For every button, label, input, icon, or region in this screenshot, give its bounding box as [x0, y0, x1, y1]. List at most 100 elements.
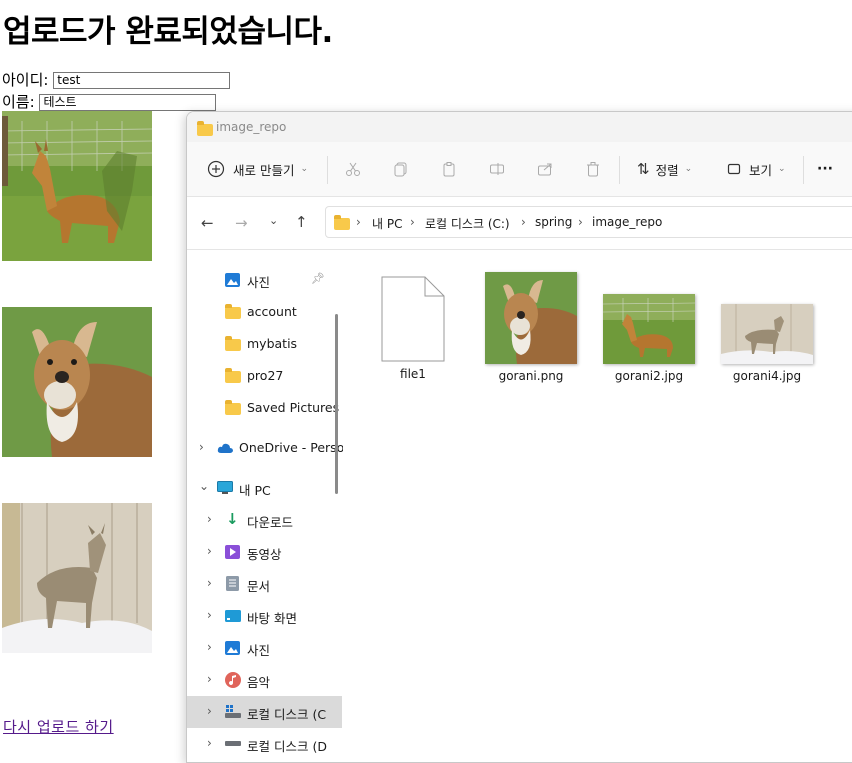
file-item-gorani-png[interactable]: gorani.png: [481, 264, 581, 383]
reupload-link[interactable]: 다시 업로드 하기: [3, 716, 114, 737]
up-arrow-icon[interactable]: ↑: [295, 213, 308, 231]
chevron-right-icon[interactable]: ›: [207, 576, 212, 590]
nav-item-local-disk-d[interactable]: › 로컬 디스크 (D: [187, 728, 342, 760]
nav-item-label: 문서: [247, 579, 271, 594]
breadcrumb-c-drive[interactable]: 로컬 디스크 (C:): [425, 215, 510, 232]
window-title: image_repo: [216, 120, 287, 134]
file-name: gorani2.jpg: [614, 369, 684, 383]
id-row: 아이디: test: [2, 70, 231, 90]
copy-button[interactable]: [393, 142, 409, 196]
plus-circle-icon: [207, 160, 225, 178]
new-button[interactable]: 새로 만들기 ⌄: [207, 142, 308, 196]
blank-file-icon: [381, 276, 445, 362]
nav-item-label: 동영상: [247, 547, 282, 562]
sort-button[interactable]: ⇅ 정렬 ⌄: [637, 142, 692, 196]
chevron-down-icon: ⌄: [684, 164, 693, 174]
chevron-right-icon[interactable]: ›: [207, 640, 212, 654]
nav-item-music[interactable]: › 음악: [187, 664, 342, 696]
id-field[interactable]: test: [53, 72, 231, 89]
chevron-down-icon: ⌄: [778, 164, 786, 174]
uploaded-image-3: [2, 503, 152, 653]
cloud-icon: [217, 443, 233, 453]
explorer-titlebar[interactable]: image_repo: [187, 112, 852, 142]
nav-item-label: 다운로드: [247, 515, 294, 530]
nav-item-label: 내 PC: [239, 483, 271, 498]
nav-item-videos[interactable]: › 동영상: [187, 536, 342, 568]
view-button[interactable]: 보기 ⌄: [727, 142, 786, 196]
download-icon: ↓: [226, 510, 239, 528]
nav-item-documents[interactable]: › 문서: [187, 568, 342, 600]
share-icon: [538, 163, 552, 176]
nav-item-photos-pinned[interactable]: 사진 📌︎: [187, 264, 342, 296]
share-button[interactable]: [537, 142, 553, 196]
file-name: gorani4.jpg: [732, 369, 802, 383]
chevron-right-icon[interactable]: ›: [199, 440, 204, 454]
breadcrumb-image-repo[interactable]: image_repo: [592, 215, 662, 229]
breadcrumb-pc[interactable]: 내 PC: [372, 215, 402, 232]
document-icon: [226, 576, 239, 591]
nav-item-this-pc[interactable]: ⌄ 내 PC: [187, 472, 342, 504]
nav-item-label: 로컬 디스크 (D: [247, 739, 327, 754]
copy-icon: [394, 162, 407, 177]
nav-item-label: 바탕 화면: [247, 611, 297, 626]
chevron-right-icon[interactable]: ›: [207, 544, 212, 558]
breadcrumb-separator-icon: ›: [578, 215, 583, 229]
chevron-down-icon[interactable]: ⌄: [199, 479, 209, 493]
pin-icon[interactable]: 📌︎: [311, 272, 325, 285]
nav-item-label: 사진: [247, 643, 271, 658]
nav-item-saved-pictures[interactable]: Saved Pictures: [187, 392, 342, 424]
nav-item-label: OneDrive - Perso: [239, 440, 345, 455]
name-field[interactable]: 테스트: [39, 94, 217, 111]
nav-item-pictures[interactable]: › 사진: [187, 632, 342, 664]
file-list: file1 gorani.png gorani2.jpg gorani4.jpg: [343, 250, 852, 762]
file-name: gorani.png: [498, 369, 564, 383]
page-title: 업로드가 완료되었습니다.: [3, 14, 333, 50]
image-thumbnail: [485, 272, 577, 364]
scissors-icon: [346, 162, 360, 176]
recent-chevron-icon[interactable]: ⌄: [269, 214, 278, 227]
nav-scrollbar[interactable]: [333, 250, 341, 760]
breadcrumb-spring[interactable]: spring: [535, 215, 572, 229]
image-thumbnail: [602, 294, 696, 364]
nav-item-downloads[interactable]: › ↓ 다운로드: [187, 504, 342, 536]
nav-item-label: Saved Pictures: [247, 400, 340, 415]
address-bar[interactable]: › 내 PC › 로컬 디스크 (C:) › spring › image_re…: [325, 206, 852, 238]
file-item-gorani2-jpg[interactable]: gorani2.jpg: [599, 264, 699, 383]
sort-label: 정렬: [655, 162, 679, 178]
name-label: 이름:: [2, 93, 35, 111]
nav-item-mybatis[interactable]: mybatis: [187, 328, 342, 360]
nav-item-local-disk-c[interactable]: › 로컬 디스크 (C: [187, 696, 342, 728]
paste-button[interactable]: [441, 142, 457, 196]
chevron-right-icon[interactable]: ›: [207, 512, 212, 526]
sort-icon: ⇅: [637, 160, 650, 178]
chevron-down-icon: ⌄: [300, 164, 309, 174]
nav-item-label: 사진: [247, 275, 271, 290]
video-icon: [225, 545, 240, 559]
breadcrumb-separator-icon: ›: [356, 215, 361, 229]
nav-item-label: pro27: [247, 368, 284, 383]
address-bar-area: ← → ⌄ ↑ › 내 PC › 로컬 디스크 (C:) › spring › …: [187, 197, 852, 250]
folder-icon: [197, 121, 213, 140]
back-arrow-icon[interactable]: ←: [201, 214, 214, 232]
more-button[interactable]: ···: [817, 142, 833, 196]
file-explorer-window: image_repo 새로 만들기 ⌄ ⇅ 정렬 ⌄ 보기 ⌄ ··· ← → …: [186, 111, 852, 763]
nav-item-onedrive[interactable]: › OneDrive - Perso: [187, 432, 345, 464]
file-item-gorani4-jpg[interactable]: gorani4.jpg: [717, 264, 817, 383]
file-item-file1[interactable]: file1: [363, 264, 463, 381]
chevron-right-icon[interactable]: ›: [207, 672, 212, 686]
chevron-right-icon[interactable]: ›: [207, 608, 212, 622]
nav-scrollbar-thumb[interactable]: [335, 314, 338, 494]
uploaded-image-2: [2, 307, 152, 457]
cut-button[interactable]: [345, 142, 361, 196]
nav-item-pro27[interactable]: pro27: [187, 360, 342, 392]
rename-button[interactable]: [489, 142, 505, 196]
forward-arrow-icon[interactable]: →: [235, 214, 248, 232]
nav-item-desktop[interactable]: › 바탕 화면: [187, 600, 342, 632]
chevron-right-icon[interactable]: ›: [207, 704, 212, 718]
folder-icon: [225, 400, 241, 418]
nav-item-label: 로컬 디스크 (C: [247, 707, 327, 722]
explorer-toolbar: 새로 만들기 ⌄ ⇅ 정렬 ⌄ 보기 ⌄ ···: [187, 142, 852, 197]
delete-button[interactable]: [585, 142, 601, 196]
photos-icon: [225, 641, 240, 655]
nav-item-account[interactable]: account: [187, 296, 342, 328]
